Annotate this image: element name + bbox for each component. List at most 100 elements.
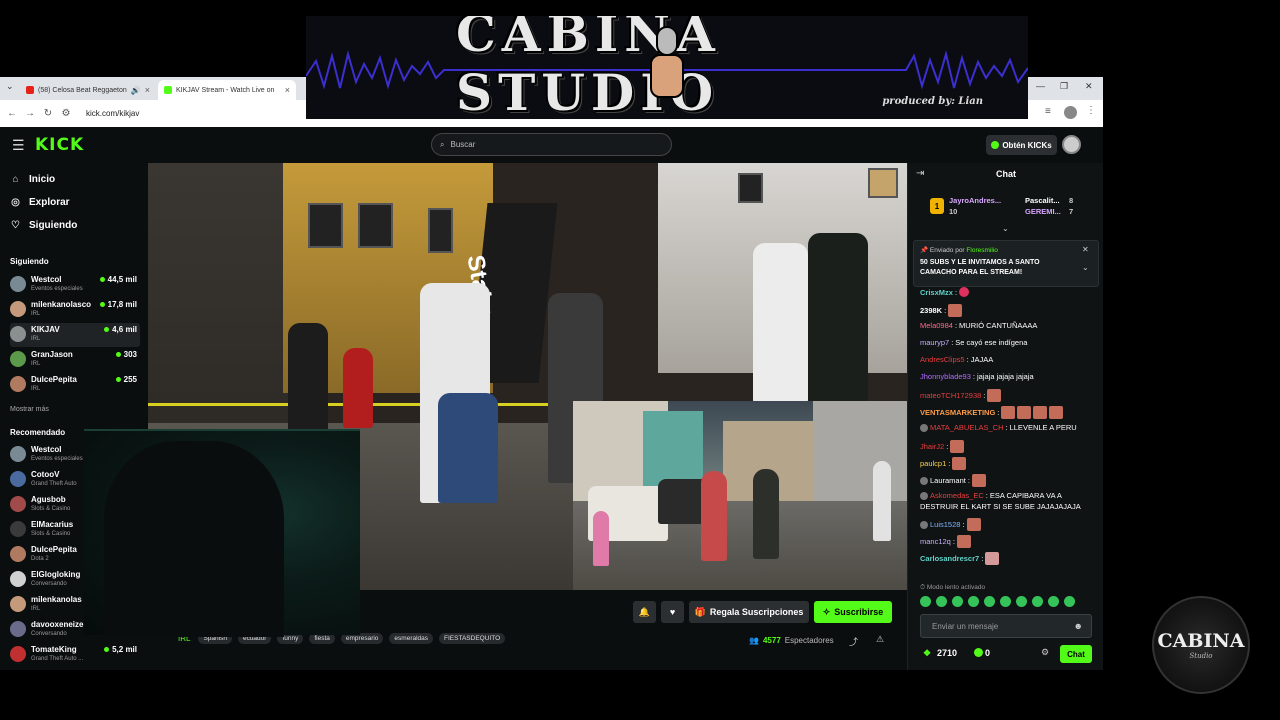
show-more-link[interactable]: Mostrar más	[10, 406, 49, 413]
user-avatar[interactable]	[1062, 135, 1081, 154]
webcam-overlay	[84, 429, 360, 637]
reload-icon[interactable]: ↻	[42, 108, 54, 119]
chat-username[interactable]: JhairJ2	[920, 442, 944, 451]
emote-icon[interactable]	[936, 596, 947, 607]
tab-kick[interactable]: KIKJAV Stream - Watch Live on ×	[158, 80, 296, 100]
recommended-channel[interactable]: TomateKing Grand Theft Auto ... 5,2 mil	[10, 643, 140, 667]
tab-search-icon[interactable]: ⌄	[6, 81, 14, 92]
nav-inicio[interactable]: ⌂ Inicio	[10, 174, 55, 185]
minimize-icon[interactable]: —	[1036, 81, 1045, 91]
channel-name: ElGlogloking	[31, 570, 81, 579]
emoji-picker-icon[interactable]: ☻	[1074, 621, 1083, 631]
viewer-count: 44,5 mil	[99, 275, 137, 284]
leader-name[interactable]: GEREMI...	[1025, 207, 1061, 216]
tab-label: (58) Celosa Beat Reggaeton	[38, 86, 127, 94]
video-scene-window	[308, 203, 343, 248]
following-channel[interactable]: milenkanolasco IRL 17,8 mil	[10, 298, 140, 322]
follow-button[interactable]: ♥	[661, 601, 684, 623]
site-info-icon[interactable]: ⚙	[60, 108, 72, 119]
close-icon[interactable]: ×	[285, 85, 290, 95]
send-chat-button[interactable]: Chat	[1060, 645, 1092, 663]
viewer-count: 4,6 mil	[104, 325, 137, 334]
chat-username[interactable]: mateoTCH172938	[920, 391, 981, 400]
chat-username[interactable]: 2398K	[920, 306, 942, 315]
chevron-down-icon[interactable]: ⌄	[1082, 263, 1089, 272]
viewer-count-value: 5,2 mil	[112, 645, 137, 654]
avatar	[10, 276, 26, 292]
chat-message-input[interactable]: Enviar un mensaje ☻	[920, 614, 1092, 638]
chat-username[interactable]: Lauramant	[930, 476, 966, 485]
gift-subs-button[interactable]: 🎁 Regala Suscripciones	[689, 601, 809, 623]
menu-dots-icon[interactable]: ⋮	[1086, 105, 1096, 116]
chat-username[interactable]: Askomedas_EC	[930, 491, 984, 500]
share-icon[interactable]: ⤴	[849, 635, 858, 648]
chat-message: Mela0984: MURIÓ CANTUÑAAAA	[920, 321, 1038, 330]
chat-username[interactable]: CrisxMzx	[920, 288, 953, 297]
emote-icon[interactable]	[1032, 596, 1043, 607]
kick-logo[interactable]: KICK	[35, 135, 84, 155]
chat-username[interactable]: mauryp7	[920, 338, 949, 347]
chat-text: MURIÓ CANTUÑAAAA	[959, 321, 1038, 330]
forward-icon[interactable]: →	[24, 108, 36, 119]
close-icon[interactable]: ×	[145, 85, 150, 95]
url-input[interactable]: kick.com/kikjav	[86, 109, 139, 118]
get-kicks-button[interactable]: Obtén KICKs	[986, 135, 1057, 155]
unpin-icon[interactable]: ✕	[1082, 245, 1089, 254]
viewer-count-label: Espectadores	[784, 636, 834, 645]
channel-category: IRL	[31, 336, 41, 342]
live-dot-icon	[115, 377, 121, 382]
emote-icon	[987, 389, 1002, 402]
emote-icon[interactable]	[1064, 596, 1075, 607]
following-channel[interactable]: Westcol Eventos especiales 44,5 mil	[10, 273, 140, 297]
extensions-icon[interactable]: ≡	[1045, 106, 1051, 117]
following-channel[interactable]: GranJason IRL 303	[10, 348, 140, 372]
following-channel[interactable]: DulcePepita IRL 255	[10, 373, 140, 397]
chat-username[interactable]: Mela0984	[920, 321, 953, 330]
hamburger-menu-icon[interactable]: ☰	[12, 137, 25, 154]
emote-icon[interactable]	[920, 596, 931, 607]
chat-username[interactable]: Carlosandrescr7	[920, 554, 979, 563]
badge-icon	[920, 423, 928, 432]
nav-label: Siguiendo	[29, 220, 78, 231]
emote-icon[interactable]	[968, 596, 979, 607]
emote-icon[interactable]	[1000, 596, 1011, 607]
viewer-count-value: 44,5 mil	[107, 275, 137, 284]
live-dot-icon	[99, 277, 105, 282]
chat-settings-icon[interactable]: ⚙	[1041, 647, 1049, 658]
emote-icon[interactable]	[1016, 596, 1027, 607]
chat-username[interactable]: AndresClips5	[920, 355, 965, 364]
back-icon[interactable]: ←	[6, 108, 18, 119]
emote-icon[interactable]	[984, 596, 995, 607]
chat-username[interactable]: paulcp1	[920, 459, 946, 468]
chat-username[interactable]: VENTASMARKETING	[920, 408, 995, 417]
maximize-icon[interactable]: ❐	[1060, 81, 1068, 92]
nav-siguiendo[interactable]: ♡ Siguiendo	[10, 220, 77, 231]
channel-points-value[interactable]: 2710	[937, 648, 957, 658]
chat-username[interactable]: Jhonnyblade93	[920, 372, 971, 381]
search-input[interactable]: ⌕ Buscar	[431, 133, 672, 156]
profile-icon[interactable]	[1064, 106, 1077, 119]
tag[interactable]: FIESTASDEQUITO	[439, 633, 506, 644]
close-window-icon[interactable]: ✕	[1085, 81, 1093, 92]
chat-message: Lauramant:	[920, 474, 986, 487]
leader-name[interactable]: JayroAndres...	[949, 196, 1001, 205]
channel-name: Westcol	[31, 445, 62, 454]
chat-username[interactable]: manc12q	[920, 537, 951, 546]
expand-leaderboard-icon[interactable]: ⌄	[1002, 224, 1009, 233]
kicks-balance-value[interactable]: 0	[985, 648, 990, 658]
tab-youtube[interactable]: (58) Celosa Beat Reggaeton 🔊 ×	[20, 80, 155, 100]
pinned-user[interactable]: Floresmilio	[966, 247, 997, 254]
nav-explorar[interactable]: ◎ Explorar	[10, 197, 69, 208]
chat-username[interactable]: MATA_ABUELAS_CH	[930, 423, 1004, 432]
report-icon[interactable]: ⚠	[876, 634, 884, 645]
subscribe-button[interactable]: ✧ Suscribirse	[814, 601, 892, 623]
chat-username[interactable]: Luis1528	[930, 520, 960, 529]
emote-icon[interactable]	[952, 596, 963, 607]
leader-name[interactable]: Pascalit...	[1025, 196, 1060, 205]
live-dot-icon	[99, 302, 105, 307]
channel-name: TomateKing	[31, 645, 77, 654]
notifications-button[interactable]: 🔔	[633, 601, 656, 623]
following-channel[interactable]: KIKJAV IRL 4,6 mil	[10, 323, 140, 347]
tag[interactable]: esmeraldas	[389, 633, 434, 644]
emote-icon[interactable]	[1048, 596, 1059, 607]
